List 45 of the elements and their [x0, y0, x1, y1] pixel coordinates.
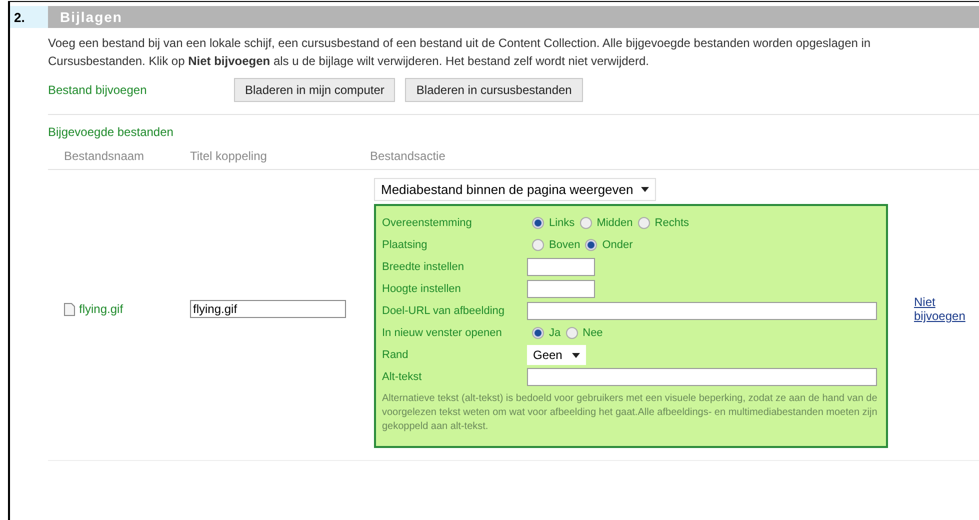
option-label: Hoogte instellen	[382, 283, 462, 295]
option-label: Breedte instellen	[382, 261, 465, 273]
option-label: Doel-URL van afbeelding	[382, 305, 506, 317]
radio-button[interactable]	[580, 217, 592, 229]
option-label: Plaatsing	[382, 239, 428, 251]
attached-heading: Bijgevoegde bestanden	[48, 125, 174, 139]
radio-label: Boven	[549, 239, 580, 251]
radio-label: Links	[549, 217, 575, 229]
radio-button[interactable]	[532, 239, 544, 251]
link-title-field[interactable]: flying.gif	[190, 300, 346, 318]
input-field[interactable]	[527, 258, 595, 276]
input-field[interactable]	[527, 280, 595, 298]
radio-label: Onder	[602, 239, 633, 251]
help-text: Alternatieve tekst (alt-tekst) is bedoeld voor gebruikers met een visuele beperking, zodat ze aan de hand van de voorgelezen tekst weten om wat voor afbeelding het gaat.Alle afbeeldings- en multimediabestanden moeten zijn gekoppeld aan alt-tekst.	[382, 392, 878, 434]
radio-button[interactable]	[585, 239, 598, 251]
option-label: Rand	[382, 349, 410, 361]
section-title: Bijlagen	[48, 6, 979, 28]
browse-button[interactable]: Bladeren in mijn computer	[234, 78, 396, 102]
file-name: flying.gif	[79, 302, 124, 316]
radio-label: Ja	[549, 327, 561, 339]
radio-label: Rechts	[654, 217, 690, 229]
file-action-select[interactable]: Mediabestand binnen de pagina weergeven	[374, 178, 656, 201]
radio-button[interactable]	[566, 327, 578, 339]
input-field[interactable]	[527, 302, 877, 320]
radio-label: Midden	[596, 217, 633, 229]
caret-icon	[572, 352, 580, 358]
document-icon	[64, 302, 75, 316]
option-label: In nieuw venster openen	[382, 327, 503, 339]
option-label: Alt-tekst	[382, 371, 423, 383]
radio-label: Nee	[582, 327, 603, 339]
column-header: Bestandsnaam	[64, 149, 146, 163]
remove-link[interactable]: Niet bijvoegen	[914, 295, 964, 323]
caret-icon	[641, 187, 650, 192]
column-header: Bestandsactie	[370, 149, 446, 163]
radio-button[interactable]	[638, 217, 650, 229]
input-field[interactable]	[527, 368, 877, 386]
section-number: 2.	[10, 6, 48, 28]
border-select[interactable]: Geen	[527, 345, 586, 365]
description-text: Voeg een bestand bij van een lokale schijf, een cursusbestand of een bestand uit de Content Collection. Alle bijgevoegde bestanden worden opgeslagen in Cursusbestanden. Klik op Niet bijvoegen als u de bijlage wilt verwijderen. Het bestand zelf wordt niet verwijderd.	[48, 35, 872, 70]
column-header: Titel koppeling	[190, 149, 268, 163]
browse-button[interactable]: Bladeren in cursusbestanden	[405, 78, 583, 102]
attach-label: Bestand bijvoegen	[48, 83, 148, 97]
option-label: Overeenstemming	[382, 217, 473, 229]
radio-button[interactable]	[532, 217, 544, 229]
radio-button[interactable]	[532, 327, 544, 339]
